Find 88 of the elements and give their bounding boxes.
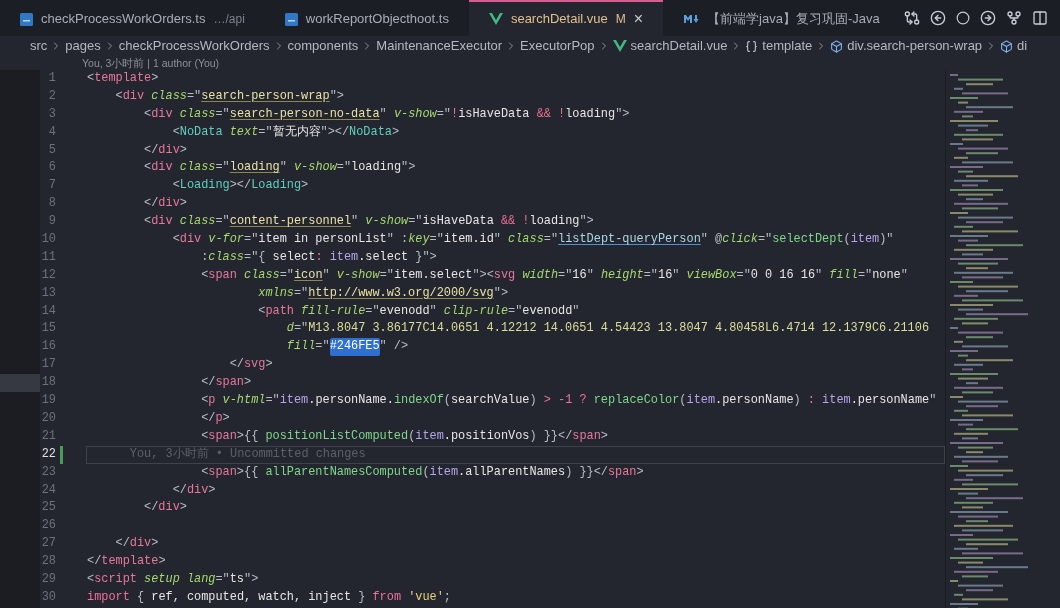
code-line: <div class="search-person-wrap">	[114, 87, 345, 105]
line-number: 10	[40, 231, 56, 249]
code-line: </div>	[143, 141, 188, 159]
file-icon	[20, 12, 33, 26]
code-line: fill="#246FE5" />	[86, 338, 945, 357]
line-number: 27	[40, 535, 56, 553]
code-line: <div class="search-person-no-data" v-show="!isHaveData && !loading">	[143, 105, 631, 123]
code-line: </p>	[200, 409, 231, 427]
line-number: 8	[47, 195, 56, 213]
code-line: </div>	[171, 481, 217, 499]
markdown-icon	[683, 14, 700, 24]
line-number: 13	[40, 284, 56, 302]
split-editor-icon[interactable]	[1032, 10, 1048, 26]
line-number: 2	[47, 87, 56, 105]
line-number: 29	[40, 570, 56, 588]
code-line: <span>{{ allParentNamesComputed(item.allParentNames) }}</span>	[200, 463, 645, 481]
line-number: 23	[40, 463, 56, 481]
line-number: 15	[40, 320, 56, 338]
line-number: 14	[40, 302, 56, 320]
compare-icon[interactable]	[904, 10, 920, 26]
breadcrumb-item[interactable]: components	[287, 36, 359, 56]
line-number: 28	[40, 553, 56, 571]
line-number: 20	[40, 409, 56, 427]
code-line: </div>	[143, 499, 188, 517]
cube-icon	[1000, 39, 1014, 53]
vue-icon	[488, 13, 503, 25]
code-line: <p v-html="item.personName.indexOf(searchValue) > -1 ? replaceColor(item.personName) : item.personName"	[200, 392, 938, 410]
code-line: import { ref, computed, watch, inject } from 'vue';	[86, 588, 452, 606]
code-line: </div>	[143, 195, 188, 213]
line-number: 6	[47, 159, 56, 177]
breadcrumb-item[interactable]: searchDetail.vue	[612, 36, 728, 56]
line-number: 9	[47, 213, 56, 231]
code-line: <path fill-rule="evenodd" clip-rule="evenodd"	[257, 302, 581, 320]
code-line: d="M13.8047 3.86177C14.0651 4.12212 14.0651 4.54423 13.8047 4.80458L6.4714 12.1379C6.21106	[285, 320, 930, 338]
line-number: 22	[40, 445, 56, 463]
code-line: <Loading></Loading>	[171, 177, 310, 195]
breadcrumb-item[interactable]: MaintenanceExecutor	[376, 36, 503, 56]
code-line: </div>	[114, 535, 160, 553]
line-number: 12	[40, 266, 56, 284]
line-number: 4	[47, 123, 56, 141]
tab-description: …/api	[213, 11, 245, 28]
breadcrumb-item[interactable]: src	[30, 36, 48, 56]
back-icon[interactable]	[930, 10, 946, 26]
line-number: 3	[47, 105, 56, 123]
breadcrumb-item[interactable]: div.search-person-wrap	[830, 36, 983, 56]
breadcrumb-item[interactable]: pages	[65, 36, 101, 56]
code-line: <span>{{ positionListComputed(item.positionVos) }}</span>	[200, 427, 609, 445]
code-line: <div class="loading" v-show="loading">	[143, 159, 417, 177]
line-number: 17	[40, 356, 56, 374]
code-line: <div v-for="item in personList" :key="item.id" class="listDept-queryPerson" @click="selectDept(item)"	[171, 231, 895, 249]
close-button[interactable]: ×	[633, 7, 644, 31]
code-line: <span class="icon" v-show="item.select"><svg width="16" height="16" viewBox="0 0 16 16" fill="none"	[200, 266, 909, 284]
breadcrumb-item[interactable]: template	[745, 36, 813, 56]
line-number: 21	[40, 427, 56, 445]
cube-icon	[830, 39, 844, 53]
line-number: 30	[40, 588, 56, 606]
code-line: <script setup lang="ts">	[86, 570, 260, 588]
code-line: :class="{ select: item.select }">	[200, 248, 438, 266]
line-number: 24	[40, 481, 56, 499]
code-line: </svg>	[228, 356, 274, 374]
line-number: 19	[40, 392, 56, 410]
breadcrumb-item[interactable]: ExecutorPop	[520, 36, 595, 56]
line-number: 16	[40, 338, 56, 356]
code-line: </span>	[200, 374, 253, 392]
line-number: 7	[47, 177, 56, 195]
braces-icon	[745, 39, 759, 53]
code-line: <div class="content-personnel" v-show="isHaveData && !loading">	[143, 213, 595, 231]
breadcrumb-item[interactable]: checkProcessWorkOrders	[118, 36, 270, 56]
line-number: 5	[47, 141, 56, 159]
breadcrumb-item[interactable]: di	[1000, 36, 1028, 56]
code-line: <NoData text="暂无内容"></NoData>	[171, 123, 401, 141]
circle-icon[interactable]	[956, 11, 970, 25]
editor-tab[interactable]: searchDetail.vue M ×	[468, 0, 664, 36]
branch-icon[interactable]	[1006, 10, 1022, 26]
vue-icon	[612, 40, 627, 52]
line-number: 18	[40, 374, 56, 392]
code-line: </template>	[86, 553, 167, 571]
panel-edge-highlight	[0, 374, 40, 393]
line-number: 25	[40, 499, 56, 517]
forward-icon[interactable]	[980, 10, 996, 26]
file-icon	[284, 12, 298, 26]
line-number: 11	[40, 248, 56, 266]
line-number: 1	[47, 70, 56, 87]
code-line: xmlns="http://www.w3.org/2000/svg">	[257, 284, 510, 302]
modified-status: M	[615, 11, 626, 28]
line-number: 26	[40, 517, 56, 535]
code-line: <template>	[86, 70, 160, 87]
codelens-text[interactable]: You, 3小时前 | 1 author (You)	[82, 56, 220, 70]
